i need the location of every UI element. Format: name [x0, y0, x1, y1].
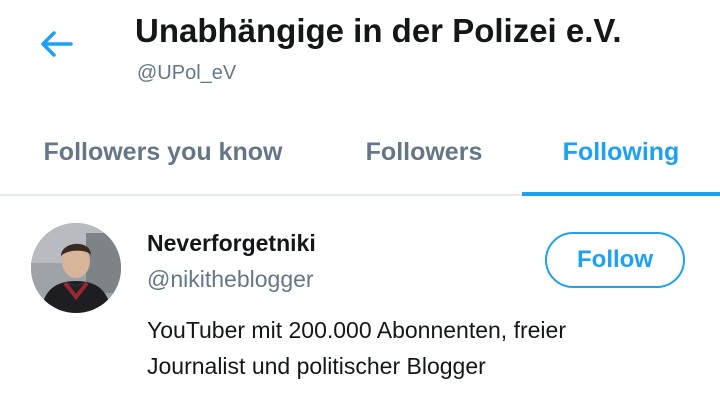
back-arrow-icon	[39, 30, 73, 63]
tab-followers-you-know[interactable]: Followers you know	[22, 110, 304, 194]
back-button[interactable]	[36, 26, 76, 66]
list-item[interactable]: Neverforgetniki @nikitheblogger YouTuber…	[0, 196, 720, 403]
bio-line: Journalist und politischer Blogger	[147, 353, 486, 379]
header: Unabhängige in der Polizei e.V. @UPol_eV	[0, 0, 720, 108]
profile-handle: @UPol_eV	[137, 62, 237, 84]
bio-line: YouTuber mit 200.000 Abonnenten, freier	[147, 317, 566, 343]
tab-bar: Followers you know Followers Following	[0, 110, 720, 196]
tab-followers[interactable]: Followers	[345, 110, 503, 194]
profile-title: Unabhängige in der Polizei e.V.	[135, 12, 622, 49]
tab-following[interactable]: Following	[522, 110, 720, 194]
user-handle[interactable]: @nikitheblogger	[147, 266, 314, 293]
user-name[interactable]: Neverforgetniki	[147, 230, 316, 257]
avatar[interactable]	[31, 223, 121, 313]
follow-button[interactable]: Follow	[545, 232, 685, 288]
user-bio: YouTuber mit 200.000 Abonnenten, freier …	[147, 312, 707, 384]
